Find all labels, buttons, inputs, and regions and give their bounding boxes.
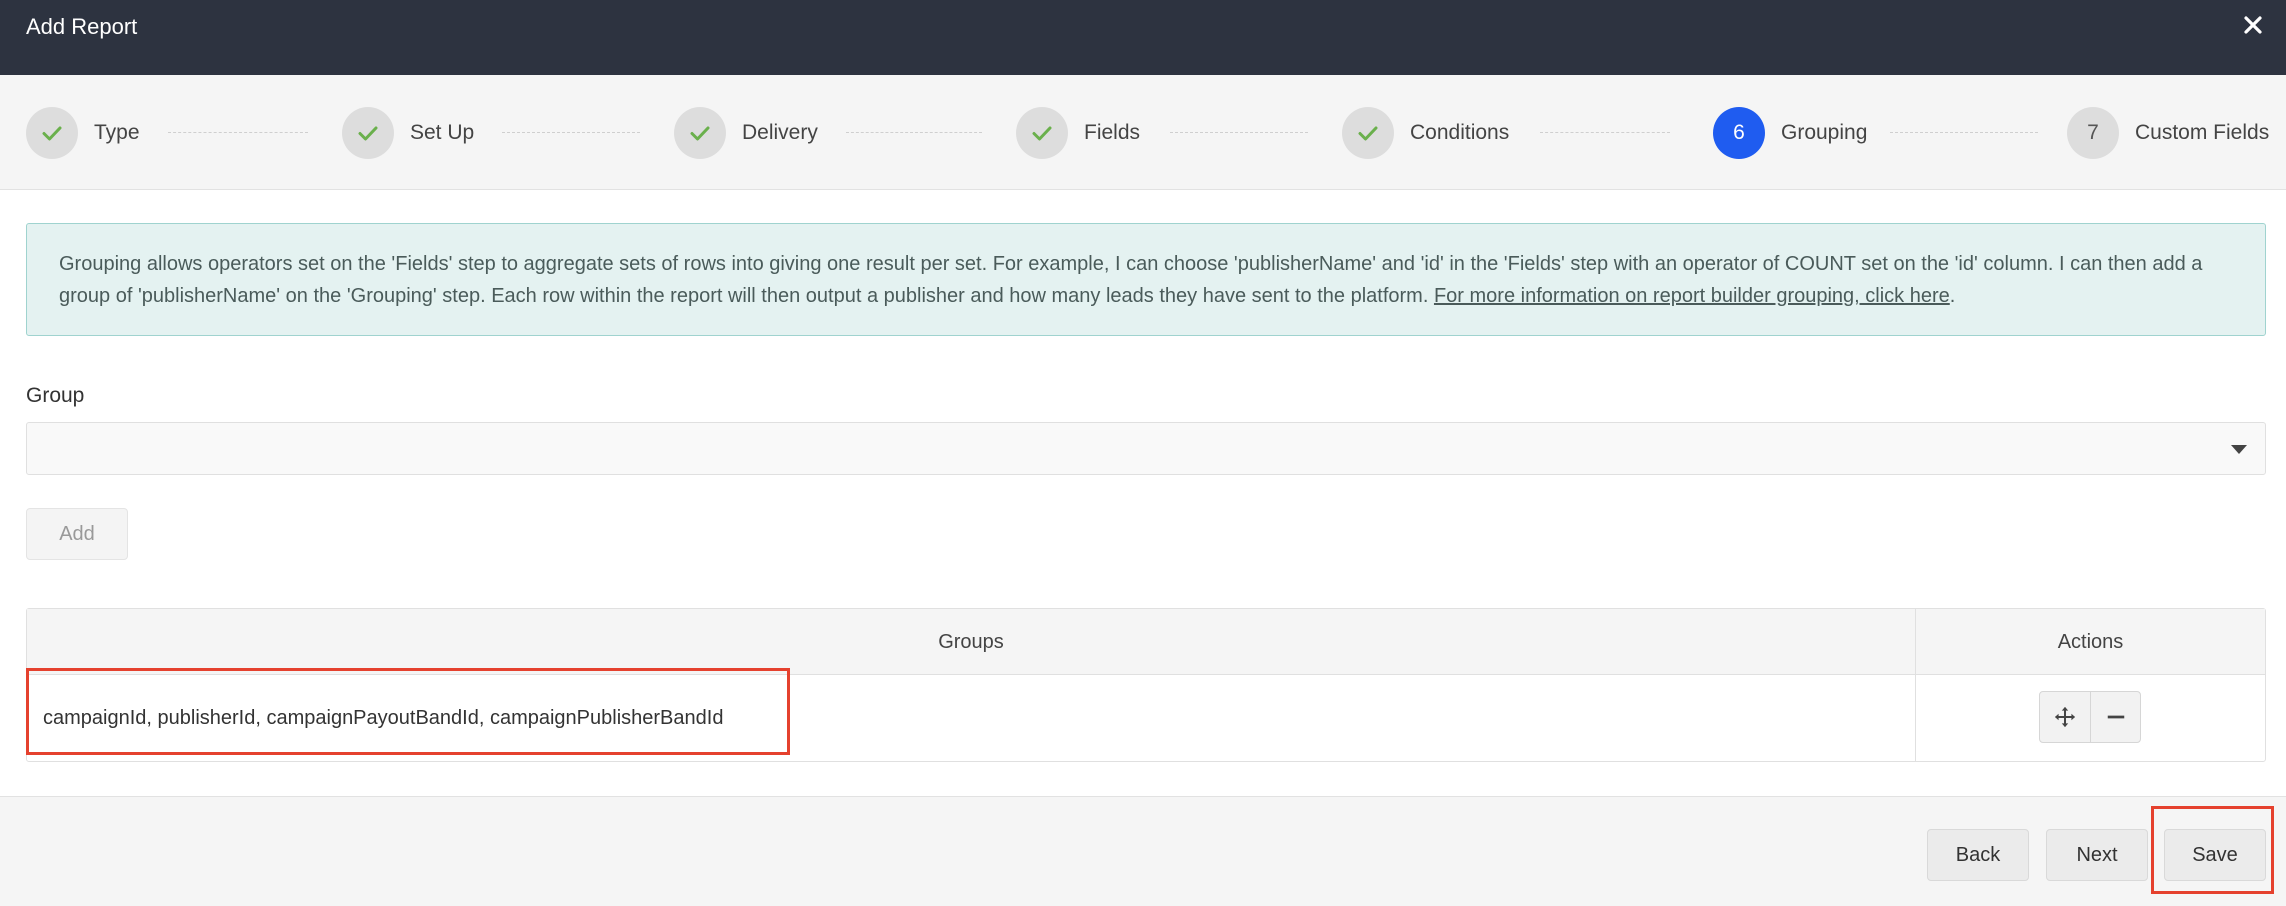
step-number: 7 [2067, 107, 2119, 159]
move-icon[interactable] [2040, 692, 2090, 742]
next-button[interactable]: Next [2046, 829, 2148, 881]
grouping-help-link[interactable]: For more information on report builder g… [1434, 285, 1950, 307]
table-row: campaignId, publisherId, campaignPayoutB… [27, 675, 2265, 761]
step-set-up[interactable]: Set Up [342, 107, 474, 159]
step-conditions[interactable]: Conditions [1342, 107, 1509, 159]
back-button[interactable]: Back [1927, 829, 2029, 881]
step-label: Grouping [1781, 121, 1868, 144]
step-label: Type [94, 121, 140, 144]
step-type[interactable]: Type [26, 107, 140, 159]
add-group-button[interactable]: Add [26, 508, 128, 560]
step-connector [168, 132, 308, 133]
step-label: Fields [1084, 121, 1141, 144]
group-label: Group [26, 384, 85, 407]
check-icon [26, 107, 78, 159]
step-label: Custom Fields [2135, 121, 2270, 144]
step-label: Delivery [742, 121, 818, 144]
grouping-info-alert: Grouping allows operators set on the 'Fi… [26, 223, 2266, 336]
step-connector [846, 132, 982, 133]
remove-icon[interactable] [2090, 692, 2140, 742]
step-fields[interactable]: Fields [1016, 107, 1140, 159]
check-icon [674, 107, 726, 159]
column-divider [1915, 675, 1916, 761]
groups-cell: campaignId, publisherId, campaignPayoutB… [43, 706, 724, 729]
info-trailing: . [1949, 285, 1956, 307]
groups-table: Groups Actions campaignId, publisherId, … [26, 608, 2266, 762]
step-connector [502, 132, 640, 133]
step-grouping[interactable]: 6 Grouping [1713, 107, 1867, 159]
close-icon[interactable] [2238, 10, 2268, 40]
check-icon [342, 107, 394, 159]
caret-down-icon [2231, 445, 2247, 454]
check-icon [1016, 107, 1068, 159]
group-select[interactable] [26, 422, 2266, 475]
step-label: Set Up [410, 121, 475, 144]
wizard-steps: Type Set Up Delivery Fields Conditions 6… [0, 75, 2286, 190]
step-connector [1890, 132, 2038, 133]
actions-column-header: Actions [1915, 609, 2265, 675]
save-button[interactable]: Save [2164, 829, 2266, 881]
row-actions [2039, 691, 2141, 743]
check-icon [1342, 107, 1394, 159]
step-connector [1540, 132, 1670, 133]
groups-column-header: Groups [938, 630, 1004, 653]
window-title: Add Report [26, 14, 138, 39]
table-header: Groups Actions [27, 609, 2265, 675]
step-custom-fields[interactable]: 7 Custom Fields [2067, 107, 2269, 159]
window-titlebar: Add Report [0, 0, 2286, 75]
step-delivery[interactable]: Delivery [674, 107, 818, 159]
step-label: Conditions [1410, 121, 1510, 144]
step-number: 6 [1713, 107, 1765, 159]
step-connector [1170, 132, 1308, 133]
footer-bar: Back Next Save [0, 796, 2286, 906]
